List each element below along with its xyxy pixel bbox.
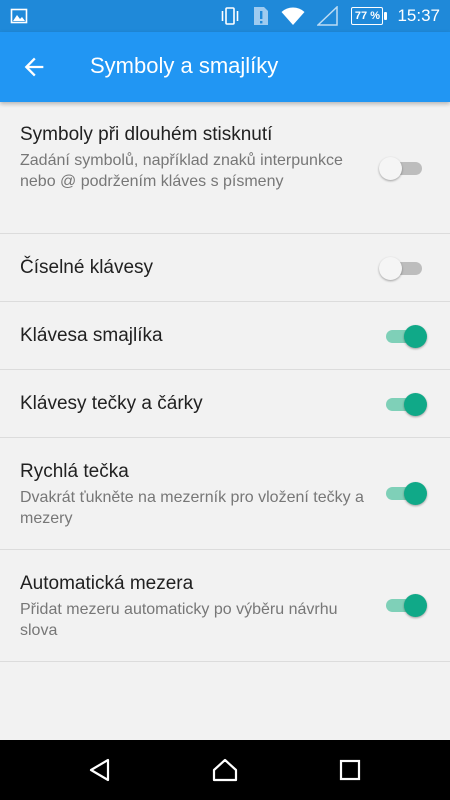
switch-knob [404,325,427,348]
setting-title: Klávesy tečky a čárky [20,393,203,414]
setting-subtitle: Zadání symbolů, například znaků interpun… [20,152,343,190]
setting-emoji-key[interactable]: Klávesa smajlíka [0,302,450,370]
setting-quick-period[interactable]: Rychlá tečka Dvakrát ťukněte na mezerník… [0,438,450,550]
page-title: Symboly a smajlíky [90,53,279,78]
vibrate-icon [222,7,239,25]
setting-number-keys[interactable]: Číselné klávesy [0,234,450,302]
wifi-icon [281,7,305,25]
back-triangle-icon[interactable] [86,756,114,784]
setting-long-press-symbols[interactable]: Symboly při dlouhém stisknutí Zadání sym… [0,102,450,234]
setting-period-comma-keys[interactable]: Klávesy tečky a čárky [0,370,450,438]
switch-knob [404,594,427,617]
setting-auto-space[interactable]: Automatická mezera Přidat mezeru automat… [0,550,450,662]
toggle-switch[interactable] [384,481,427,505]
signal-icon [317,6,339,26]
setting-title: Klávesa smajlíka [20,325,163,346]
alert-icon [254,7,269,25]
toggle-switch[interactable] [379,256,424,280]
clock: 15:37 [397,6,440,25]
app-bar: Symboly a smajlíky [0,32,450,102]
image-icon [10,8,28,24]
toggle-switch[interactable] [384,392,427,416]
setting-subtitle: Dvakrát ťukněte na mezerník pro vložení … [20,489,364,527]
setting-subtitle: Přidat mezeru automaticky po výběru návr… [20,601,338,639]
toggle-switch[interactable] [384,593,427,617]
switch-knob [379,257,402,280]
setting-title: Rychlá tečka [20,461,129,482]
switch-knob [404,482,427,505]
battery-indicator: 77 % [351,7,388,25]
switch-knob [379,157,402,180]
setting-title: Automatická mezera [20,573,194,594]
toggle-switch[interactable] [379,156,424,180]
home-icon[interactable] [211,756,239,784]
status-bar: 77 % 15:37 [0,0,450,32]
settings-list: Symboly při dlouhém stisknutí Zadání sym… [0,102,450,662]
setting-title: Symboly při dlouhém stisknutí [20,124,273,145]
toggle-switch[interactable] [384,324,427,348]
recents-icon[interactable] [336,756,364,784]
setting-title: Číselné klávesy [20,257,154,278]
switch-knob [404,393,427,416]
navigation-bar [0,740,450,800]
arrow-back-icon[interactable] [20,53,48,81]
